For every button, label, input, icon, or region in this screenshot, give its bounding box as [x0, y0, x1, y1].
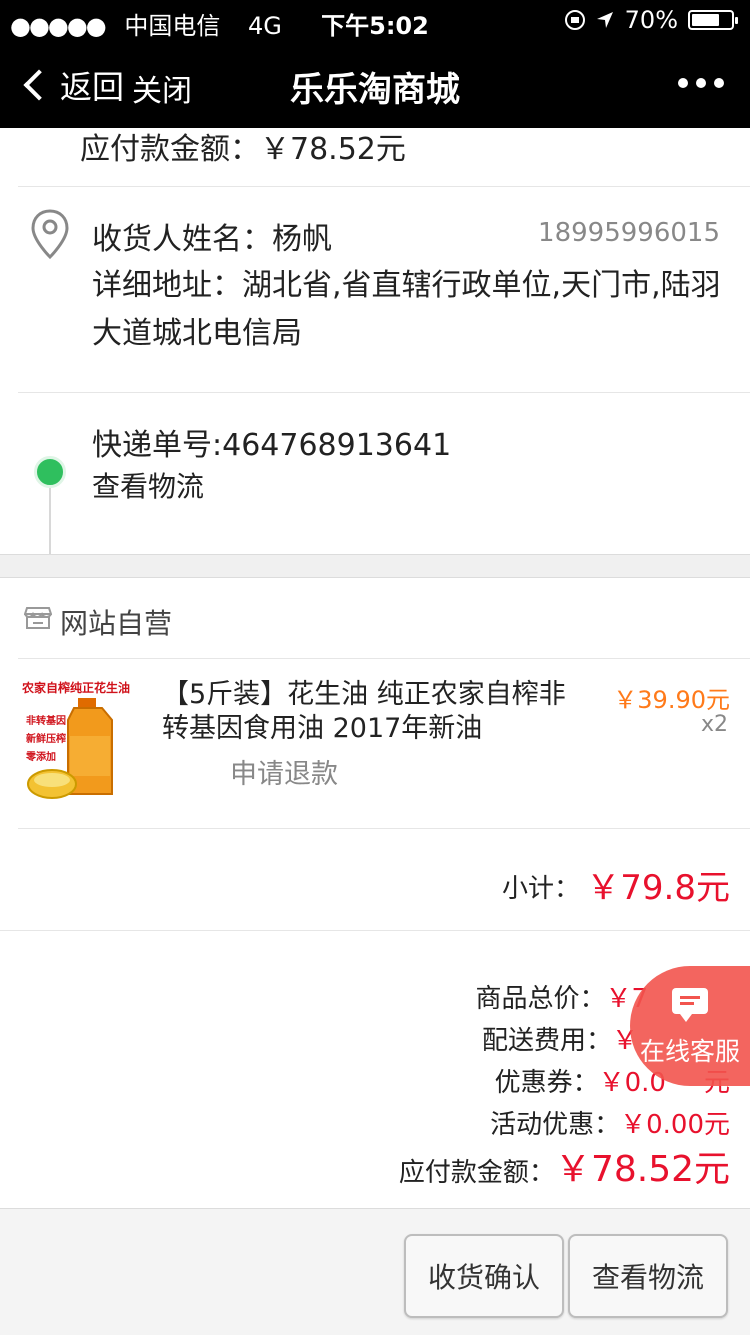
promo-value: ￥0.00元 [620, 1110, 730, 1140]
product-quantity: x2 [700, 712, 728, 737]
location-pin-icon [31, 209, 69, 260]
status-right: 70% [564, 6, 738, 34]
payable-value: ￥78.52元 [554, 1149, 730, 1190]
payable-row: 应付款金额：￥78.52元 [399, 1140, 730, 1192]
more-dot-icon [696, 78, 706, 88]
online-service-label: 在线客服 [640, 1037, 741, 1066]
view-logistics-button[interactable]: 查看物流 [568, 1234, 728, 1318]
shop-name: 网站自营 [60, 607, 173, 640]
more-dot-icon [714, 78, 724, 88]
timeline-line [49, 488, 51, 554]
online-service-button[interactable]: 在线客服 [630, 966, 750, 1086]
battery-percent: 70% [624, 6, 678, 34]
promo-row: 活动优惠：￥0.00元 [490, 1104, 730, 1141]
tracking-number: 快递单号:464768913641 [92, 428, 452, 463]
section-gap [0, 554, 750, 578]
divider [18, 186, 750, 187]
product-image-tag: 新鲜压榨 [26, 732, 66, 745]
shipping-row: 配送费用：￥ [482, 1020, 638, 1057]
more-dot-icon [678, 78, 688, 88]
top-payable-amount: 应付款金额：￥78.52元 [80, 132, 406, 167]
divider [18, 828, 750, 829]
location-arrow-icon [596, 12, 613, 28]
refund-button[interactable]: 申请退款 [230, 752, 338, 791]
confirm-receipt-button[interactable]: 收货确认 [404, 1234, 564, 1318]
subtotal-value: ￥79.8元 [586, 868, 730, 908]
status-bar: ●●●●● 中国电信 4G 下午5:02 70% [0, 0, 750, 40]
page-title: 乐乐淘商城 [290, 70, 460, 110]
promo-label: 活动优惠： [490, 1110, 621, 1140]
product-image-tag: 非转基因 [26, 714, 66, 727]
subtotal-label: 小计： [502, 874, 581, 904]
recipient-name: 收货人姓名：杨帆 [92, 222, 332, 257]
shipping-label: 配送费用： [481, 1026, 612, 1056]
battery-icon [688, 10, 738, 30]
rotation-lock-icon [564, 10, 585, 30]
more-menu-button[interactable] [678, 78, 724, 88]
goods-total-row: 商品总价：￥7 [475, 978, 648, 1015]
product-image-tag: 零添加 [25, 750, 56, 763]
recipient-phone: 18995996015 [538, 218, 720, 248]
battery-fill [692, 14, 719, 26]
product-image-caption: 农家自榨纯正花生油 [21, 680, 130, 695]
product-title[interactable]: 【5斤装】花生油 纯正农家自榨非转基因食用油 2017年新油 [162, 678, 582, 746]
view-logistics-link[interactable]: 查看物流 [92, 465, 204, 505]
goods-total-label: 商品总价： [475, 984, 606, 1014]
status-dot-icon [34, 456, 66, 488]
divider [18, 392, 750, 393]
product-price: ￥39.90元 [613, 686, 730, 714]
store-icon [24, 607, 52, 629]
payable-label: 应付款金额： [398, 1158, 555, 1188]
recipient-address: 详细地址：湖北省,省直辖行政单位,天门市,陆羽大道城北电信局 [92, 268, 721, 351]
product-image[interactable]: 农家自榨纯正花生油 非转基因 新鲜压榨 零添加 [20, 676, 144, 802]
divider [0, 930, 750, 931]
divider [18, 658, 750, 659]
coupon-label: 优惠券： [494, 1068, 599, 1098]
chat-bubble-icon [672, 988, 708, 1022]
nav-bar: 返回 关闭 乐乐淘商城 [0, 40, 750, 128]
